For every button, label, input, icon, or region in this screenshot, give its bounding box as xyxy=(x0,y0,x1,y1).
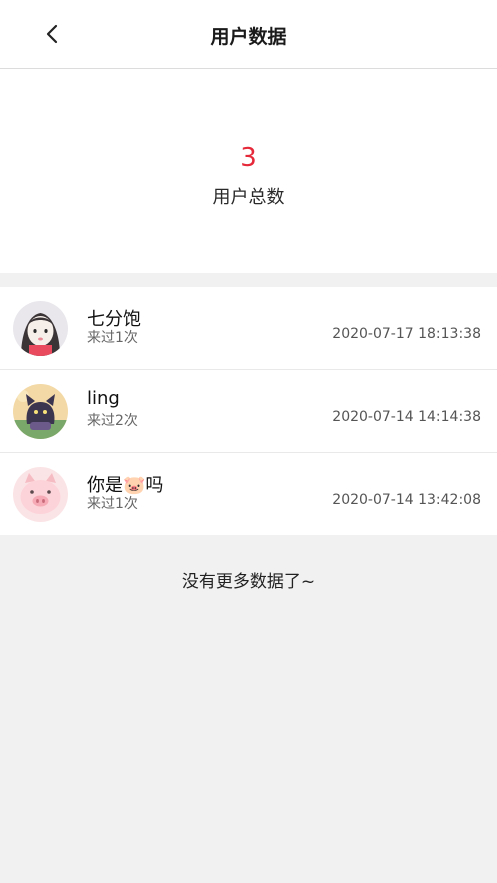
nav-bar: 用户数据 xyxy=(0,0,497,69)
avatar xyxy=(13,301,68,356)
user-list: 七分饱 来过1次 2020-07-17 18:13:38 ling 来过2次 2… xyxy=(0,287,497,535)
user-last-visit-time: 2020-07-14 14:14:38 xyxy=(332,409,481,425)
user-count-label: 用户总数 xyxy=(212,187,285,208)
user-last-visit-time: 2020-07-14 13:42:08 xyxy=(332,492,481,508)
user-count: 3 xyxy=(240,143,257,173)
page-title: 用户数据 xyxy=(210,26,287,48)
user-summary-card: 3 用户总数 xyxy=(0,69,497,273)
list-item[interactable]: ling 来过2次 2020-07-14 14:14:38 xyxy=(0,370,497,453)
list-item[interactable]: 七分饱 来过1次 2020-07-17 18:13:38 xyxy=(0,287,497,370)
list-item[interactable]: 你是🐷吗 来过1次 2020-07-14 13:42:08 xyxy=(0,453,497,535)
user-name: ling xyxy=(87,388,120,409)
avatar xyxy=(13,467,68,522)
user-visit-count: 来过1次 xyxy=(87,330,138,346)
user-visit-count: 来过2次 xyxy=(87,413,138,429)
avatar xyxy=(13,384,68,439)
user-visit-count: 来过1次 xyxy=(87,496,138,512)
no-more-data-text: 没有更多数据了~ xyxy=(181,572,316,592)
user-last-visit-time: 2020-07-17 18:13:38 xyxy=(332,326,481,342)
